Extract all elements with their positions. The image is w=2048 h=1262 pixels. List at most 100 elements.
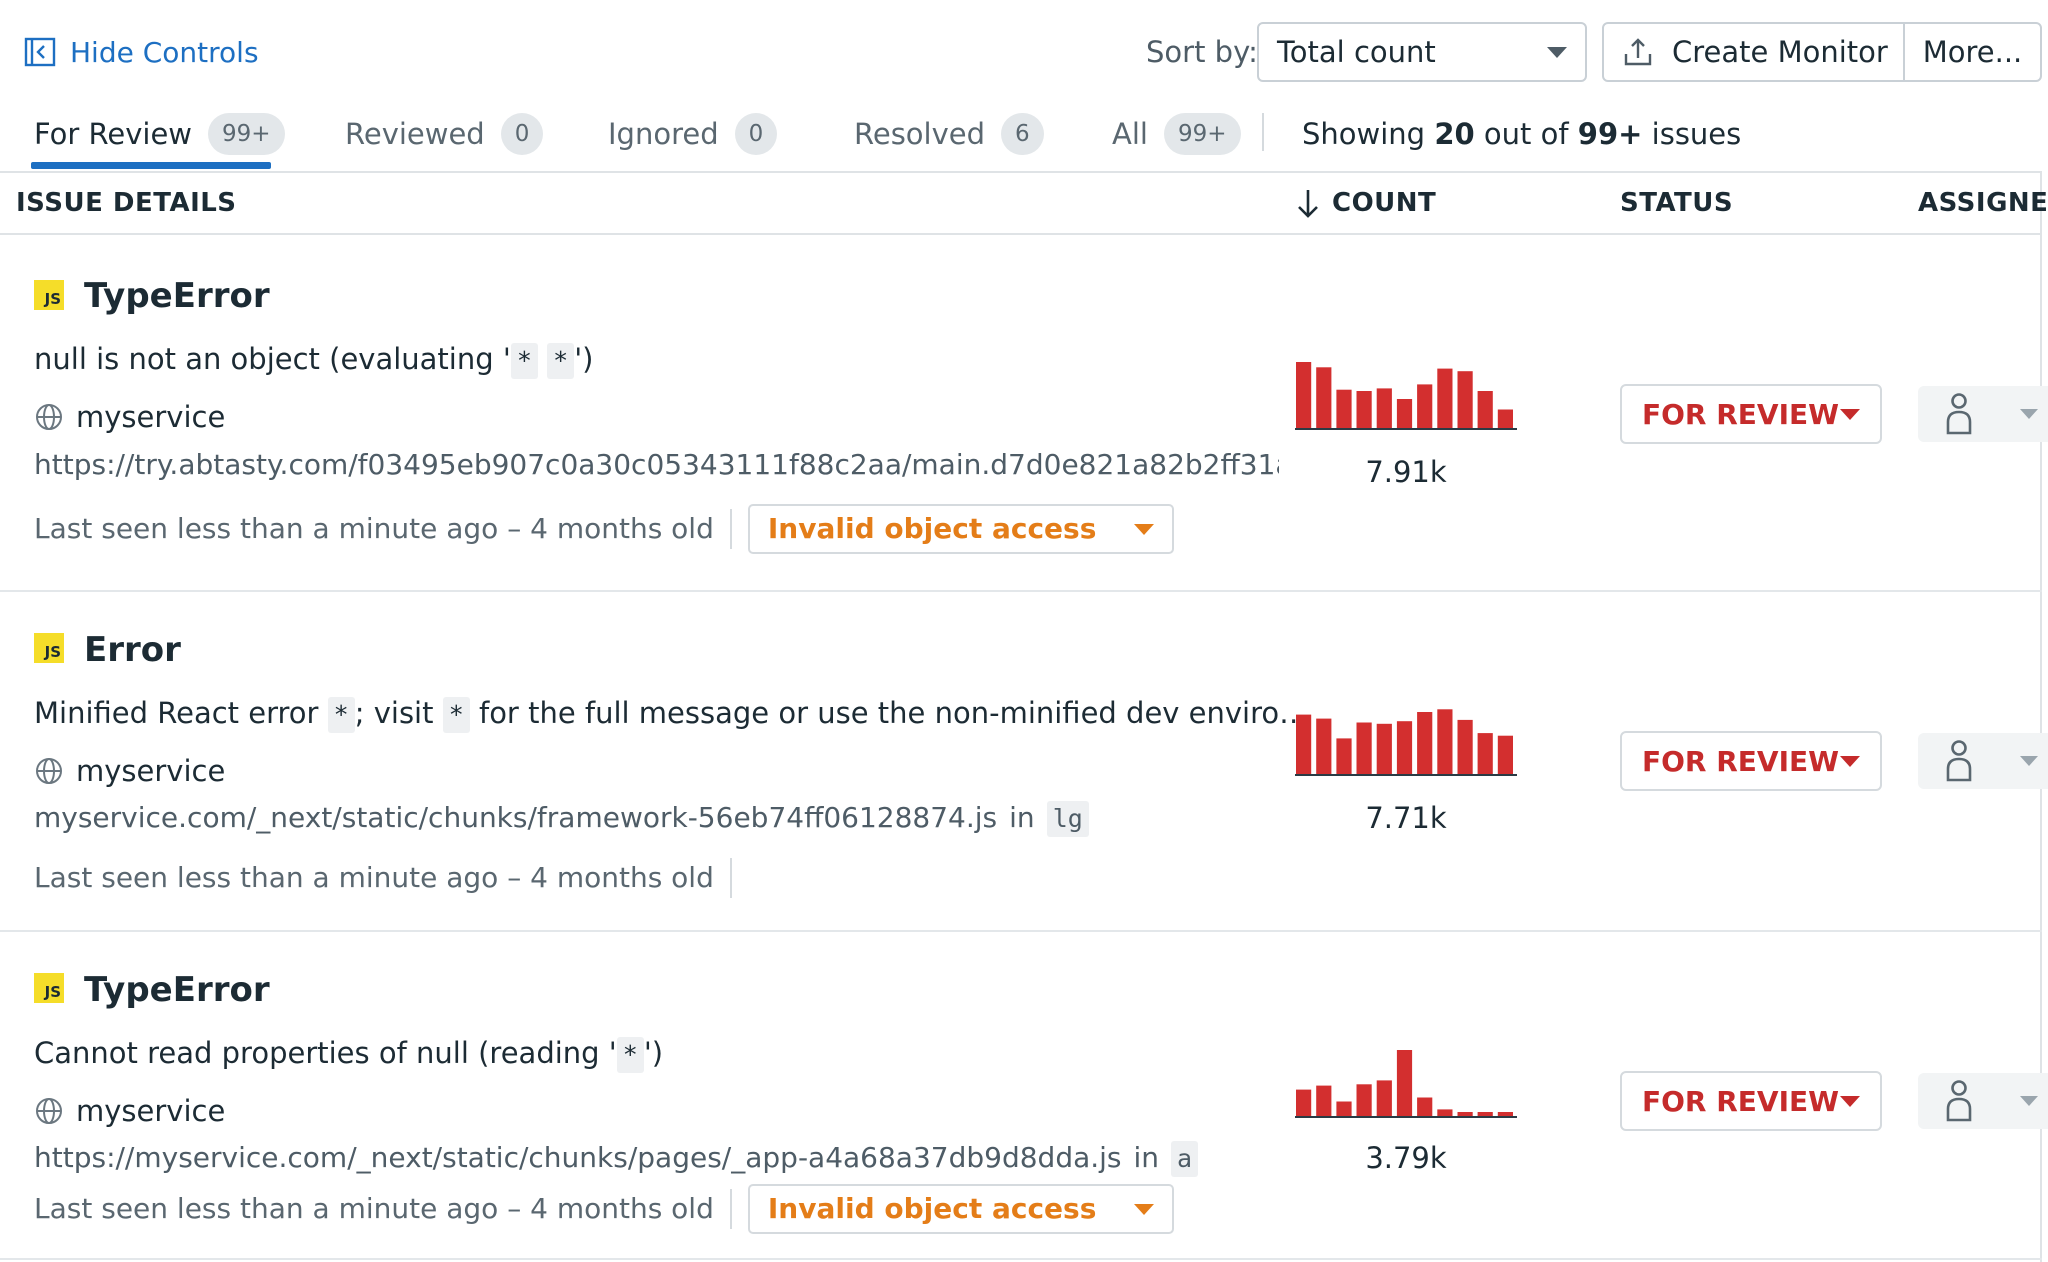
sparkline-bar xyxy=(1356,722,1372,774)
more-label: More... xyxy=(1922,35,2023,69)
action-button-group: Create Monitor More... xyxy=(1602,22,2042,82)
message-code: * xyxy=(327,697,355,733)
status-label: FOR REVIEW xyxy=(1642,397,1840,431)
column-header-issue-details[interactable]: ISSUE DETAILS xyxy=(16,186,237,220)
last-seen-text: Last seen less than a minute ago – 4 mon… xyxy=(34,512,714,545)
tab-label: Ignored xyxy=(608,117,719,151)
service-name: myservice xyxy=(76,400,226,434)
active-tab-indicator xyxy=(31,162,271,169)
sparkline-bar xyxy=(1376,388,1392,428)
message-text: for the full message or use the non-mini… xyxy=(469,696,1309,730)
message-text: Cannot read properties of null (reading … xyxy=(34,1036,617,1070)
showing-mid: out of xyxy=(1474,117,1578,151)
sparkline-bar xyxy=(1417,1097,1433,1116)
tab-label: All xyxy=(1112,117,1148,151)
sparkline-bar xyxy=(1396,1050,1413,1116)
tab-all[interactable]: All 99+ xyxy=(1112,112,1241,156)
column-header-assignee[interactable]: ASSIGNEE xyxy=(1918,186,2048,220)
sparkline-bar xyxy=(1396,721,1413,774)
tab-label: For Review xyxy=(34,117,192,151)
issue-title[interactable]: Error xyxy=(84,630,181,670)
javascript-icon: JS xyxy=(34,280,64,310)
category-tag-dropdown[interactable]: Invalid object access xyxy=(747,504,1175,554)
sparkline-bar xyxy=(1336,738,1352,774)
tab-for-review[interactable]: For Review 99+ xyxy=(34,112,285,156)
message-text: Minified React error xyxy=(34,696,328,730)
message-code: * xyxy=(510,343,538,379)
assignee-dropdown[interactable] xyxy=(1918,386,2048,442)
status-dropdown[interactable]: FOR REVIEW xyxy=(1620,731,1882,791)
tab-resolved[interactable]: Resolved 6 xyxy=(854,112,1044,156)
service-label[interactable]: myservice xyxy=(34,1093,225,1129)
url-text: https://myservice.com/_next/static/chunk… xyxy=(34,1141,1122,1174)
sparkline-bar xyxy=(1336,1101,1352,1116)
issue-title[interactable]: TypeError xyxy=(84,276,270,316)
status-dropdown[interactable]: FOR REVIEW xyxy=(1620,384,1882,444)
issue-meta: Last seen less than a minute ago – 4 mon… xyxy=(34,504,1175,554)
globe-icon xyxy=(36,1098,62,1124)
message-text: ') xyxy=(574,342,594,376)
sparkline-bar xyxy=(1477,391,1493,428)
showing-summary: Showing 20 out of 99+ issues xyxy=(1302,112,1741,156)
more-button[interactable]: More... xyxy=(1905,24,2040,80)
issue-meta: Last seen less than a minute ago – 4 mon… xyxy=(34,1184,1175,1234)
issue-url[interactable]: https://try.abtasty.com/f03495eb907c0a30… xyxy=(34,447,1279,483)
create-monitor-button[interactable]: Create Monitor xyxy=(1604,24,1905,80)
issue-url[interactable]: https://myservice.com/_next/static/chunk… xyxy=(34,1140,1279,1177)
service-label[interactable]: myservice xyxy=(34,399,225,435)
last-seen-text: Last seen less than a minute ago – 4 mon… xyxy=(34,861,714,894)
tab-label: Reviewed xyxy=(345,117,485,151)
issue-count: 7.91k xyxy=(1365,455,1447,489)
service-label[interactable]: myservice xyxy=(34,753,225,789)
sort-select-value: Total count xyxy=(1277,35,1436,69)
message-text: ') xyxy=(643,1036,664,1070)
status-dropdown[interactable]: FOR REVIEW xyxy=(1620,1071,1882,1131)
message-code: * xyxy=(547,343,575,379)
column-header-status[interactable]: STATUS xyxy=(1620,186,1733,220)
collapse-panel-icon xyxy=(24,37,56,67)
tab-ignored[interactable]: Ignored 0 xyxy=(608,112,778,156)
tab-reviewed[interactable]: Reviewed 0 xyxy=(345,112,544,156)
count-sparkline xyxy=(1295,1050,1517,1118)
sparkline-bar xyxy=(1437,1109,1453,1116)
chevron-down-icon xyxy=(1840,1095,1860,1107)
sort-select[interactable]: Total count xyxy=(1257,22,1587,82)
column-header-count[interactable]: COUNT xyxy=(1296,186,1436,220)
hide-controls-button[interactable]: Hide Controls xyxy=(24,34,259,70)
sort-descending-icon xyxy=(1298,190,1318,218)
issue-meta: Last seen less than a minute ago – 4 mon… xyxy=(34,858,748,898)
sparkline-bar xyxy=(1437,368,1453,428)
issue-title[interactable]: TypeError xyxy=(84,970,270,1010)
chevron-down-icon xyxy=(1840,408,1860,420)
url-in-label: in xyxy=(1133,1141,1160,1174)
tab-count-badge: 0 xyxy=(500,113,544,155)
chevron-down-icon xyxy=(1134,523,1155,535)
sparkline-bar xyxy=(1477,1112,1493,1116)
user-icon xyxy=(1946,393,1972,435)
sparkline-bar xyxy=(1497,1112,1513,1116)
javascript-icon: JS xyxy=(34,973,64,1003)
chevron-down-icon xyxy=(1840,755,1860,767)
sparkline-bar xyxy=(1457,371,1473,428)
message-code: * xyxy=(616,1037,644,1073)
upload-icon xyxy=(1624,38,1652,66)
sparkline-bar xyxy=(1497,735,1513,774)
issue-url[interactable]: myservice.com/_next/static/chunks/framew… xyxy=(34,800,1279,837)
tab-label: Resolved xyxy=(854,117,986,151)
sparkline-bar xyxy=(1376,723,1392,774)
assignee-dropdown[interactable] xyxy=(1918,1073,2048,1129)
chevron-down-icon xyxy=(2020,756,2038,766)
sparkline-bar xyxy=(1336,389,1352,428)
sparkline-bar xyxy=(1376,1080,1392,1116)
issue-message: null is not an object (evaluating ' * * ') xyxy=(34,339,593,379)
sparkline-bar xyxy=(1437,709,1453,774)
user-icon xyxy=(1946,1080,1972,1122)
category-tag-label: Invalid object access xyxy=(767,1192,1097,1225)
meta-divider xyxy=(729,509,732,549)
category-tag-dropdown[interactable]: Invalid object access xyxy=(747,1184,1175,1234)
sparkline-bar xyxy=(1417,712,1433,774)
create-monitor-label: Create Monitor xyxy=(1672,35,1888,69)
sparkline-bar xyxy=(1296,362,1312,428)
assignee-dropdown[interactable] xyxy=(1918,733,2048,789)
sparkline-bar xyxy=(1316,718,1332,774)
